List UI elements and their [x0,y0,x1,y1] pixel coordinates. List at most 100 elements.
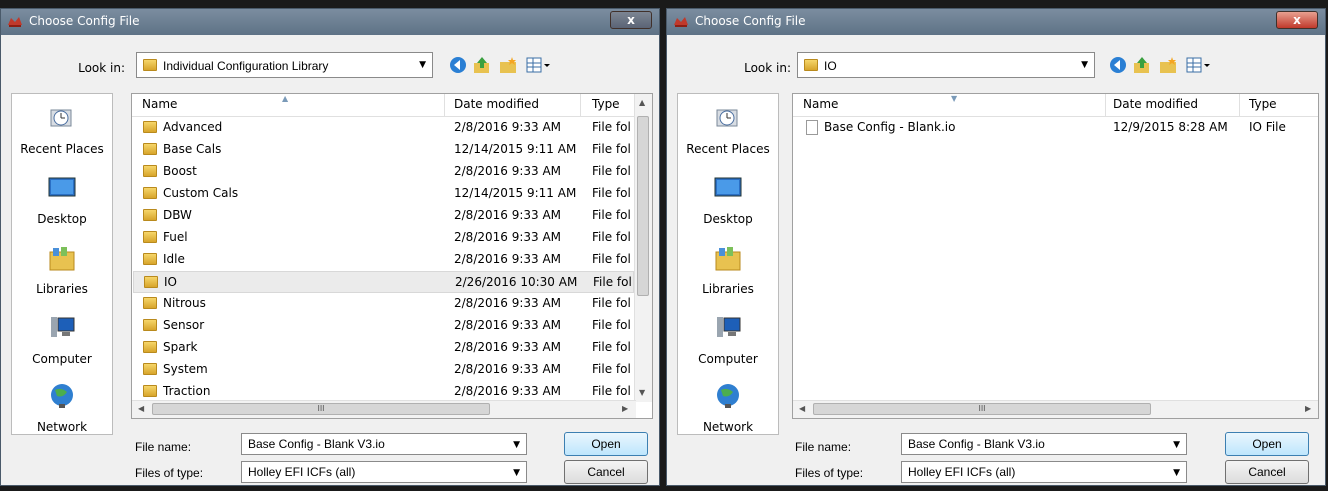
right-place-computer[interactable]: Computer [678,314,778,366]
left-close-button[interactable]: x [610,11,652,29]
cell-date: 2/8/2016 9:33 AM [454,164,562,178]
scroll-right-icon[interactable]: ▶ [1305,404,1311,413]
right-open-button[interactable]: Open [1225,432,1309,456]
left-place-network[interactable]: Network [12,382,112,434]
left-horizontal-scrollbar[interactable]: ◀ III ▶ [132,400,636,418]
right-title: Choose Config File [695,14,806,28]
cell-type: File fol [592,296,631,310]
table-row[interactable]: Spark 2/8/2016 9:33 AM File fol [133,337,634,359]
right-place-recent[interactable]: Recent Places [678,104,778,156]
table-row[interactable]: Base Config - Blank.io 12/9/2015 8:28 AM I… [794,117,1318,139]
left-open-button[interactable]: Open [564,432,648,456]
right-horizontal-scrollbar[interactable]: ◀ III ▶ [793,400,1318,418]
chevron-down-icon[interactable]: ▼ [513,468,520,478]
left-files-of-type-select[interactable]: Holley EFI ICFs (all) ▼ [241,461,527,483]
right-col-name[interactable]: Name [803,97,838,111]
left-vertical-scroll-thumb[interactable] [637,116,649,296]
back-icon[interactable] [1107,55,1129,75]
right-place-network[interactable]: Network [678,382,778,434]
chevron-down-icon[interactable]: ▼ [513,440,520,450]
table-row[interactable]: DBW 2/8/2016 9:33 AM File fol [133,205,634,227]
cell-name: IO [164,275,177,289]
table-row[interactable]: Fuel 2/8/2016 9:33 AM File fol [133,227,634,249]
right-horizontal-scroll-thumb[interactable]: III [813,403,1151,415]
cell-date: 2/8/2016 9:33 AM [454,230,562,244]
cell-date: 2/8/2016 9:33 AM [454,340,562,354]
left-place-desktop[interactable]: Desktop [12,174,112,226]
left-dialog: Choose Config File x Look in: Individual… [0,8,660,486]
left-horizontal-scroll-thumb[interactable]: III [152,403,490,415]
back-icon[interactable] [447,55,469,75]
table-row[interactable]: Advanced 2/8/2016 9:33 AM File fol [133,117,634,139]
cell-name: Boost [163,164,197,178]
chevron-down-icon: ▼ [1081,60,1088,70]
left-places-bar: Recent Places Desktop Libraries Computer… [11,93,113,435]
app-icon [674,17,688,27]
right-place-libraries[interactable]: Libraries [678,244,778,296]
left-file-name-label: File name: [135,440,192,454]
right-close-button[interactable]: x [1276,11,1318,29]
chevron-down-icon[interactable]: ▼ [1173,440,1180,450]
left-place-recent[interactable]: Recent Places [12,104,112,156]
left-cancel-button[interactable]: Cancel [564,460,648,484]
up-folder-icon[interactable] [1131,55,1153,75]
right-file-list[interactable]: Name ▼ Date modified Type Base Config - … [792,93,1319,419]
right-file-name-input[interactable]: Base Config - Blank V3.io ▼ [901,433,1187,455]
view-menu-icon[interactable] [525,55,553,75]
view-menu-icon[interactable] [1185,55,1213,75]
libraries-icon [49,247,75,271]
chevron-down-icon[interactable]: ▼ [1173,468,1180,478]
table-row[interactable]: Nitrous 2/8/2016 9:33 AM File fol [133,293,634,315]
left-place-libraries[interactable]: Libraries [12,244,112,296]
right-titlebar[interactable]: Choose Config File x [667,9,1325,35]
scroll-down-icon[interactable]: ▼ [639,388,645,397]
table-row[interactable]: Base Cals 12/14/2015 9:11 AM File fol [133,139,634,161]
left-title: Choose Config File [29,14,140,28]
scroll-right-icon[interactable]: ▶ [622,404,628,413]
left-place-label: Recent Places [20,142,104,156]
recent-places-icon [50,109,72,127]
cell-date: 2/8/2016 9:33 AM [454,296,562,310]
folder-icon [143,165,157,177]
right-look-in-combo[interactable]: IO ▼ [797,52,1095,78]
cell-date: 2/26/2016 10:30 AM [455,275,578,289]
scroll-up-icon[interactable]: ▲ [639,98,645,107]
right-col-date[interactable]: Date modified [1113,97,1198,111]
left-file-list[interactable]: Name ▲ Date modified Type Advanced 2/8/20… [131,93,653,419]
left-vertical-scrollbar[interactable]: ▲ ▼ [634,94,652,402]
right-col-type[interactable]: Type [1249,97,1277,111]
cell-type: File fol [592,318,631,332]
scroll-left-icon[interactable]: ◀ [138,404,144,413]
left-col-name[interactable]: Name [142,97,177,111]
left-look-in-combo[interactable]: Individual Configuration Library ▼ [136,52,433,78]
left-place-computer[interactable]: Computer [12,314,112,366]
computer-icon [717,317,741,337]
left-titlebar[interactable]: Choose Config File x [1,9,659,35]
new-folder-icon[interactable] [497,55,519,75]
cell-type: File fol [592,186,631,200]
cell-name: Nitrous [163,296,206,310]
folder-icon [804,59,818,71]
table-row[interactable]: Custom Cals 12/14/2015 9:11 AM File fol [133,183,634,205]
table-row[interactable]: IO 2/26/2016 10:30 AM File fol [133,271,634,293]
right-cancel-button[interactable]: Cancel [1225,460,1309,484]
left-col-date[interactable]: Date modified [454,97,539,111]
right-place-desktop[interactable]: Desktop [678,174,778,226]
folder-icon [143,187,157,199]
new-folder-icon[interactable] [1157,55,1179,75]
table-row[interactable]: System 2/8/2016 9:33 AM File fol [133,359,634,381]
left-col-type[interactable]: Type [592,97,620,111]
left-file-name-input[interactable]: Base Config - Blank V3.io ▼ [241,433,527,455]
app-icon [8,17,22,27]
up-folder-icon[interactable] [471,55,493,75]
right-files-of-type-select[interactable]: Holley EFI ICFs (all) ▼ [901,461,1187,483]
folder-icon [143,363,157,375]
sort-ascending-icon: ▲ [282,94,289,103]
left-place-label: Network [36,420,88,434]
table-row[interactable]: Idle 2/8/2016 9:33 AM File fol [133,249,634,271]
folder-icon [143,341,157,353]
scroll-left-icon[interactable]: ◀ [799,404,805,413]
table-row[interactable]: Sensor 2/8/2016 9:33 AM File fol [133,315,634,337]
right-place-label: Recent Places [686,142,770,156]
table-row[interactable]: Boost 2/8/2016 9:33 AM File fol [133,161,634,183]
